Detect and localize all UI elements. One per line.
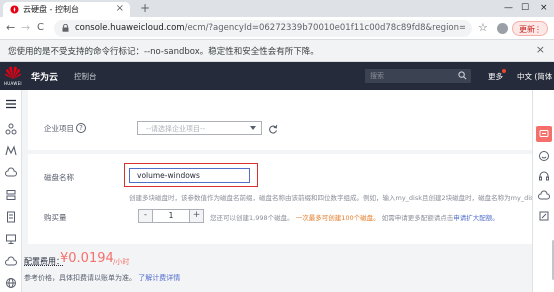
- browser-tabbar: 云硬盘 - 控制台 × + — ☐ ×: [0, 0, 554, 17]
- window-close-icon[interactable]: ×: [540, 2, 548, 14]
- console-search-input[interactable]: 搜索: [365, 69, 471, 83]
- disk-name-hint: 创建多块磁盘时，该参数值作为磁盘名前缀，磁盘名称由该前缀和四位数字组成。例如，输…: [129, 194, 532, 202]
- url-text: console.huaweicloud.com/ecm/?agencyId=06…: [75, 23, 465, 33]
- quantity-note: 您还可以创建1,998个磁盘。 一次最多可创建100个磁盘。 如需申请更多配额请…: [210, 212, 499, 222]
- more-menu[interactable]: 更多: [488, 71, 503, 82]
- console-link[interactable]: 控制台: [74, 71, 97, 82]
- help-icon[interactable]: ?: [76, 123, 86, 133]
- url-host: console.huaweicloud.com: [75, 23, 185, 33]
- chat-icon: [539, 130, 549, 137]
- enterprise-project-section: [28, 90, 532, 150]
- chevron-down-icon: [250, 126, 256, 130]
- huawei-logo-icon[interactable]: [5, 66, 21, 80]
- disk-name-label: 磁盘名称: [44, 173, 74, 182]
- console-header: HUAWEI 华为云 控制台 搜索 更多 中文 (简体: [0, 62, 554, 90]
- main-content: 企业项目 ? --请选择企业项目-- 磁盘名称 volume-windows 创…: [22, 90, 532, 292]
- billing-details-link[interactable]: 了解计费详情: [138, 274, 180, 282]
- profile-avatar-icon[interactable]: [497, 23, 508, 34]
- quota-request-text: 如需申请更多配额请点击: [381, 214, 454, 222]
- disk-name-value: volume-windows: [137, 171, 200, 180]
- update-button[interactable]: 更新 ⋮: [512, 21, 548, 36]
- quantity-label: 购买量: [44, 213, 67, 222]
- storage-icon[interactable]: [5, 189, 17, 201]
- quantity-increment-button[interactable]: +: [189, 210, 203, 222]
- bookmark-star-icon[interactable]: ☆: [478, 22, 488, 34]
- cluster-icon[interactable]: [5, 123, 17, 135]
- language-menu[interactable]: 中文 (简体: [517, 71, 554, 82]
- quantity-stepper[interactable]: - 1 +: [138, 209, 204, 223]
- price-note-text: 参考价格，具体扣费请以账单为准。: [24, 274, 136, 282]
- cloud-upload-icon[interactable]: [5, 255, 17, 267]
- brand-name[interactable]: 华为云: [31, 70, 58, 83]
- smile-icon[interactable]: [538, 150, 550, 162]
- url-field[interactable]: console.huaweicloud.com/ecm/?agencyId=06…: [54, 20, 472, 37]
- globe-icon[interactable]: [5, 277, 17, 289]
- infobar: 您使用的是不受支持的命令行标记：--no-sandbox。稳定性和安全性会有所下…: [0, 40, 554, 62]
- huawei-favicon-icon: [10, 5, 19, 14]
- quantity-decrement-button[interactable]: -: [139, 210, 153, 222]
- request-quota-link[interactable]: 申请扩大配额。: [453, 214, 499, 222]
- minimize-icon[interactable]: —: [504, 2, 513, 14]
- headset-icon[interactable]: [538, 170, 550, 182]
- url-path: /ecm/?agencyId=06272339b70010e01f11c00d7…: [184, 23, 465, 33]
- quota-max-text: 一次最多可创建100个磁盘。: [295, 214, 380, 222]
- infobar-message: 您使用的是不受支持的命令行标记：--no-sandbox。稳定性和安全性会有所下…: [8, 47, 319, 57]
- price-unit: /小时: [113, 258, 130, 266]
- infobar-close-icon[interactable]: ×: [536, 43, 545, 57]
- browser-tab[interactable]: 云硬盘 - 控制台 ×: [3, 2, 130, 17]
- search-icon[interactable]: [458, 71, 467, 80]
- feedback-button[interactable]: [536, 126, 552, 142]
- bandwidth-icon[interactable]: [5, 145, 17, 157]
- cloud-service-icon[interactable]: [538, 190, 550, 202]
- enterprise-project-label: 企业项目: [44, 124, 74, 133]
- price-value: ¥0.0194: [60, 251, 114, 266]
- search-placeholder: 搜索: [370, 72, 384, 80]
- disk-name-input[interactable]: volume-windows: [129, 168, 250, 183]
- lock-icon: [62, 24, 69, 32]
- quantity-value[interactable]: 1: [153, 211, 189, 220]
- price-note: 参考价格，具体扣费请以账单为准。 了解计费详情: [24, 273, 180, 283]
- maximize-icon[interactable]: ☐: [521, 2, 529, 14]
- cloud-icon[interactable]: [5, 167, 17, 179]
- menu-kebab-icon: ⋮: [534, 25, 542, 34]
- tab-close-icon[interactable]: ×: [116, 3, 124, 15]
- update-button-label: 更新: [519, 25, 535, 34]
- right-float-bar: [532, 90, 554, 292]
- back-icon[interactable]: ←: [6, 21, 15, 35]
- notification-dot: [502, 69, 506, 73]
- address-bar: ← → C console.huaweicloud.com/ecm/?agenc…: [0, 17, 554, 40]
- enterprise-project-select[interactable]: --请选择企业项目--: [137, 121, 262, 135]
- new-tab-icon[interactable]: +: [140, 1, 150, 15]
- document-icon[interactable]: [5, 211, 17, 223]
- reload-icon[interactable]: C: [37, 21, 44, 35]
- edit-icon[interactable]: [538, 210, 550, 222]
- price-label[interactable]: 配置费用：: [24, 256, 64, 267]
- menu-hamburger-icon[interactable]: [5, 98, 17, 110]
- enterprise-project-placeholder: --请选择企业项目--: [146, 125, 206, 133]
- service-sidebar: [0, 90, 22, 292]
- huawei-logo-text: HUAWEI: [4, 81, 22, 86]
- forward-icon[interactable]: →: [21, 21, 30, 35]
- quota-remaining-text: 您还可以创建1,998个磁盘。: [210, 214, 294, 222]
- tab-title: 云硬盘 - 控制台: [23, 5, 79, 14]
- refresh-icon[interactable]: [268, 124, 278, 134]
- monitor-icon[interactable]: [5, 233, 17, 245]
